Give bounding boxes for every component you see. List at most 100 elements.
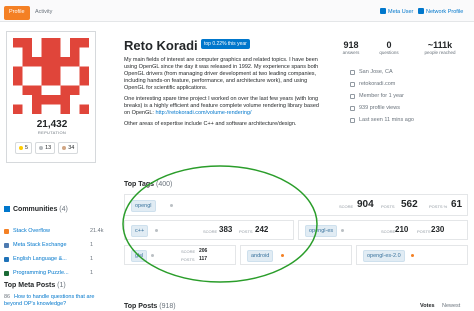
stat-answers[interactable]: 918 answers: [336, 40, 366, 55]
silver-badge-icon: [39, 146, 44, 150]
community-rep: 1: [90, 256, 94, 262]
network-icon: [418, 8, 424, 14]
top-tag-main[interactable]: opengl SCORE 904 POSTS 562 POSTS % 61: [124, 194, 468, 216]
bronze-badge[interactable]: 34: [58, 142, 79, 154]
tab-profile[interactable]: Profile: [4, 6, 30, 20]
tag-cpp[interactable]: c++: [131, 225, 149, 237]
meta-website[interactable]: retokoradi.com: [350, 81, 395, 87]
network-profile-link[interactable]: Network Profile: [418, 8, 463, 15]
meta-last-seen-text: Last seen 11 mins ago: [359, 117, 414, 123]
silver-badge[interactable]: 13: [35, 142, 56, 154]
tag-dot: [411, 254, 414, 257]
sort-newest-tab[interactable]: Newest: [442, 303, 460, 309]
communities-title: Communities: [13, 206, 58, 213]
top-meta-posts-heading: Top Meta Posts (1): [4, 282, 66, 289]
community-name: English Language &...: [13, 256, 67, 262]
avatar[interactable]: [13, 38, 89, 114]
tag-dot: [155, 229, 158, 232]
tag-opengl-es[interactable]: opengl-es: [305, 225, 338, 237]
tag-opengl-es-2[interactable]: opengl-es-2.0: [363, 250, 405, 262]
meta-user-label: Meta User: [388, 9, 414, 15]
reputation-value: 21,432: [36, 119, 68, 130]
bio-paragraph-1: My main fields of interest are computer …: [124, 57, 319, 91]
user-name: Reto Koradi: [124, 38, 198, 53]
stat-people-reached-num: ~111k: [427, 40, 453, 50]
volume-rendering-link[interactable]: http://retokoradi.com/volume-rendering/: [156, 110, 252, 116]
bio-paragraph-3: Other areas of expertise include C++ and…: [124, 121, 297, 127]
top-meta-posts-count: (1): [57, 282, 66, 289]
gold-badge-icon: [19, 146, 23, 150]
top-tag-opengl-es-2[interactable]: opengl-es-2.0: [356, 245, 468, 265]
meta-member-since: Member for 1 year: [350, 93, 404, 99]
posts-pct-label: POSTS %: [429, 204, 448, 209]
community-rep: 1: [90, 242, 94, 248]
community-programming-puzzles[interactable]: Programming Puzzle...: [4, 270, 69, 276]
score-label: SCORE: [203, 229, 218, 234]
top-tag-android[interactable]: android: [240, 245, 352, 265]
tab-activity[interactable]: Activity: [30, 6, 57, 20]
top-tag-glsl[interactable]: glsl SCORE 206 POSTS 117: [124, 245, 236, 265]
bio-paragraph-2: One interesting spare time project I wor…: [124, 96, 324, 117]
top-tags-title: Top Tags: [124, 181, 155, 188]
tag-posts: 117: [199, 256, 208, 262]
meta-post-score: 86: [4, 294, 11, 300]
communities-heading[interactable]: Communities (4): [4, 206, 68, 213]
stat-people-reached: ~111k people reached: [414, 40, 466, 55]
top-tags-count: (400): [156, 181, 173, 188]
top-nav-bar: Profile Activity Meta User Network Profi…: [0, 0, 474, 22]
tag-dot: [281, 254, 284, 257]
community-stack-overflow[interactable]: Stack Overflow: [4, 228, 50, 234]
tag-glsl[interactable]: glsl: [131, 250, 148, 262]
tag-dot: [170, 204, 173, 207]
badge-counts: 5 13 34: [15, 142, 91, 154]
stat-answers-num: 918: [343, 40, 359, 50]
clock-icon: [350, 93, 355, 99]
meta-views-text: 939 profile views: [359, 105, 400, 111]
top-posts-count: (918): [159, 303, 176, 310]
meta-member-text: Member for 1 year: [359, 93, 404, 99]
gold-badge[interactable]: 5: [15, 142, 33, 154]
gold-badge-count: 5: [25, 145, 29, 151]
stat-questions[interactable]: 0 questions: [374, 40, 404, 55]
posts-label: POSTS: [181, 257, 195, 262]
score-label: SCORE: [181, 249, 196, 254]
programming-puzzles-icon: [4, 270, 9, 276]
stackexchange-icon: [4, 206, 10, 212]
meta-post-item[interactable]: 86 How to handle questions that are beyon…: [4, 294, 104, 308]
top-tag-opengl-es[interactable]: opengl-es SCORE 210 POSTS 230: [298, 220, 468, 240]
tag-posts: 562: [401, 199, 418, 210]
community-english-language[interactable]: English Language &...: [4, 256, 67, 262]
english-language-icon: [4, 256, 9, 262]
tag-opengl[interactable]: opengl: [131, 200, 156, 212]
meta-website-text: retokoradi.com: [359, 81, 396, 87]
stat-questions-label: questions: [379, 50, 399, 55]
stackoverflow-icon: [4, 228, 9, 234]
sort-votes-tab[interactable]: Votes: [420, 303, 435, 309]
community-rep: 21.4k: [90, 228, 104, 234]
top-tags-heading: Top Tags (400): [124, 181, 172, 188]
user-bio: My main fields of interest are computer …: [124, 57, 324, 132]
community-name: Stack Overflow: [13, 228, 50, 234]
tag-dot: [341, 229, 344, 232]
top-percent-badge[interactable]: top 0.22% this year: [201, 39, 250, 49]
community-meta-stack-exchange[interactable]: Meta Stack Exchange: [4, 242, 67, 248]
top-tag-cpp[interactable]: c++ SCORE 383 POSTS 242: [124, 220, 294, 240]
network-profile-label: Network Profile: [426, 9, 464, 15]
bronze-badge-count: 34: [68, 145, 75, 151]
tag-score: 210: [395, 225, 409, 234]
top-meta-posts-title: Top Meta Posts: [4, 282, 56, 289]
score-label: SCORE: [381, 229, 396, 234]
posts-label: POSTS: [239, 229, 253, 234]
meta-user-link[interactable]: Meta User: [380, 8, 413, 15]
meta-icon: [380, 8, 386, 14]
tag-score: 383: [219, 225, 233, 234]
stat-answers-label: answers: [342, 50, 360, 55]
tag-posts: 242: [255, 225, 269, 234]
community-rep: 1: [90, 270, 94, 276]
posts-label: POSTS: [417, 229, 431, 234]
reputation-label: REPUTATION: [37, 130, 67, 135]
tag-android[interactable]: android: [247, 250, 274, 262]
communities-count: (4): [59, 206, 68, 213]
meta-location-text: San Jose, CA: [359, 69, 393, 75]
meta-post-title: How to handle questions that are beyond …: [4, 294, 95, 307]
